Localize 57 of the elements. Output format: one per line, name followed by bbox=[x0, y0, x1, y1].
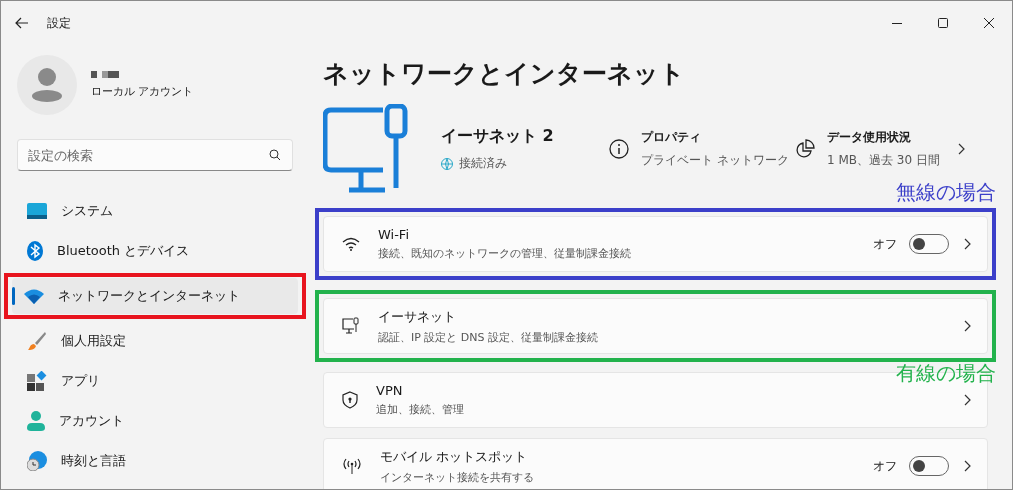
wifi-icon bbox=[342, 237, 360, 251]
close-icon bbox=[984, 18, 994, 28]
chevron-icon bbox=[963, 394, 971, 406]
setting-title: モバイル ホットスポット bbox=[380, 447, 529, 466]
chevron-icon bbox=[963, 238, 971, 250]
bluetooth-icon bbox=[27, 241, 43, 261]
chevron-icon bbox=[963, 320, 971, 332]
ethernet-monitor-icon bbox=[323, 104, 409, 194]
setting-description: 接続、既知のネットワークの管理、従量制課金接続 bbox=[378, 246, 632, 261]
search-field[interactable]: 設定の検索 bbox=[17, 139, 293, 171]
minimize-icon bbox=[892, 22, 902, 24]
ethernet-icon bbox=[342, 317, 360, 335]
connection-name: イーサネット 2 bbox=[441, 126, 555, 147]
sidebar-item[interactable]: アプリ bbox=[15, 363, 295, 399]
window-title: 設定 bbox=[47, 14, 71, 32]
page-title: ネットワークとインターネット bbox=[323, 58, 686, 90]
settings-card[interactable]: モバイル ホットスポット インターネット接続を共有する オフ bbox=[323, 438, 988, 489]
setting-title: Wi-Fi bbox=[378, 227, 410, 242]
connection-status: 接続済み bbox=[459, 155, 507, 172]
person-icon bbox=[27, 411, 45, 431]
pixelated-name bbox=[91, 71, 119, 78]
toggle-label: オフ bbox=[873, 457, 897, 475]
chevron-icon bbox=[957, 143, 965, 155]
data-usage-value: 1 MB、過去 30 日間 bbox=[827, 152, 940, 169]
sidebar-item[interactable]: Bluetooth とデバイス bbox=[15, 233, 295, 269]
account-type: ローカル アカウント bbox=[91, 84, 194, 99]
hotspot-icon bbox=[342, 457, 362, 475]
network-type: プライベート ネットワーク bbox=[641, 152, 789, 169]
search-icon bbox=[269, 149, 281, 161]
toggle-label: オフ bbox=[873, 235, 897, 253]
settings-card[interactable]: Wi-Fi 接続、既知のネットワークの管理、従量制課金接続 オフ bbox=[323, 216, 988, 272]
maximize-icon bbox=[938, 18, 948, 28]
sidebar-item[interactable]: 時刻と言語 bbox=[15, 443, 295, 479]
setting-title: VPN bbox=[376, 383, 404, 398]
annotation-label: 無線の場合 bbox=[896, 179, 996, 206]
sidebar-item[interactable]: 個人用設定 bbox=[15, 323, 295, 359]
setting-description: 追加、接続、管理 bbox=[376, 402, 465, 417]
data-usage-label[interactable]: データ使用状況 bbox=[827, 129, 940, 146]
setting-title: イーサネット bbox=[378, 307, 457, 326]
apps-icon bbox=[27, 371, 47, 391]
pie-chart-icon bbox=[795, 139, 815, 159]
setting-description: 認証、IP 設定と DNS 設定、従量制課金接続 bbox=[378, 329, 600, 345]
properties-label[interactable]: プロパティ bbox=[641, 129, 789, 146]
sidebar-item[interactable]: アカウント bbox=[15, 403, 295, 439]
sidebar-item[interactable]: ネットワークとインターネット bbox=[12, 278, 298, 314]
setting-description: インターネット接続を共有する bbox=[380, 469, 535, 485]
settings-card[interactable]: イーサネット 認証、IP 設定と DNS 設定、従量制課金接続 bbox=[323, 298, 988, 354]
monitor-icon bbox=[27, 203, 47, 219]
sidebar-item[interactable]: システム bbox=[15, 193, 295, 229]
chevron-icon bbox=[963, 460, 971, 472]
globe-clock-icon bbox=[27, 451, 47, 471]
shield-icon bbox=[342, 391, 358, 409]
info-icon[interactable] bbox=[609, 139, 629, 159]
globe-icon bbox=[441, 157, 453, 170]
back-arrow-icon[interactable] bbox=[15, 17, 29, 29]
wifi-icon bbox=[24, 288, 44, 304]
brush-icon bbox=[27, 331, 47, 351]
